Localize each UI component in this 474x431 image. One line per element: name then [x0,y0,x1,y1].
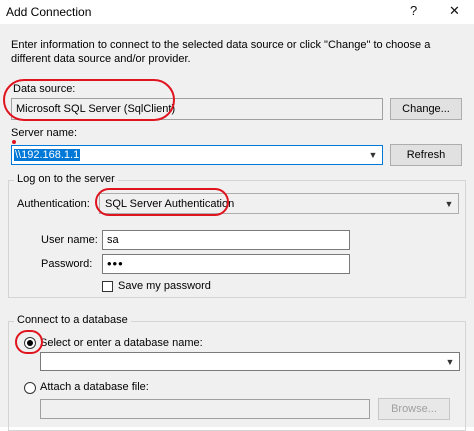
logon-group-label: Log on to the server [14,173,118,185]
authentication-label: Authentication: [17,198,90,210]
description-text: Enter information to connect to the sele… [11,39,431,65]
attach-database-input [40,399,370,419]
chevron-down-icon[interactable]: ▼ [443,353,457,370]
title-bar: Add Connection ? ✕ [0,0,474,24]
database-name-combo[interactable]: ▼ [40,352,460,371]
data-source-label: Data source: [13,83,76,95]
server-name-combo[interactable]: \\192.168.1.1 ▼ [11,145,383,165]
save-password-label: Save my password [118,280,211,292]
password-label: Password: [41,258,93,270]
password-input[interactable]: ••• [102,254,350,274]
save-password-checkbox[interactable] [102,281,113,292]
authentication-combo[interactable]: SQL Server Authentication ▼ [99,193,459,214]
user-name-input[interactable]: sa [102,230,350,250]
server-name-label: Server name: [11,127,78,139]
attach-database-radio[interactable] [24,382,36,394]
help-button[interactable]: ? [410,3,417,18]
authentication-value[interactable]: SQL Server Authentication [105,198,234,210]
chevron-down-icon[interactable]: ▼ [366,146,380,164]
refresh-button[interactable]: Refresh [390,144,462,166]
select-database-radio[interactable] [24,337,36,349]
annotation-mark-server [12,140,16,144]
change-button[interactable]: Change... [390,98,462,120]
close-icon[interactable]: ✕ [449,3,460,19]
chevron-down-icon[interactable]: ▼ [442,194,456,213]
data-source-field: Microsoft SQL Server (SqlClient) [11,98,383,120]
select-database-label: Select or enter a database name: [40,337,203,349]
user-name-label: User name: [41,234,98,246]
server-name-value[interactable]: \\192.168.1.1 [14,149,81,161]
attach-database-label: Attach a database file: [40,381,149,393]
database-group-label: Connect to a database [14,314,131,326]
window-title: Add Connection [6,5,92,19]
browse-button: Browse... [378,398,450,420]
